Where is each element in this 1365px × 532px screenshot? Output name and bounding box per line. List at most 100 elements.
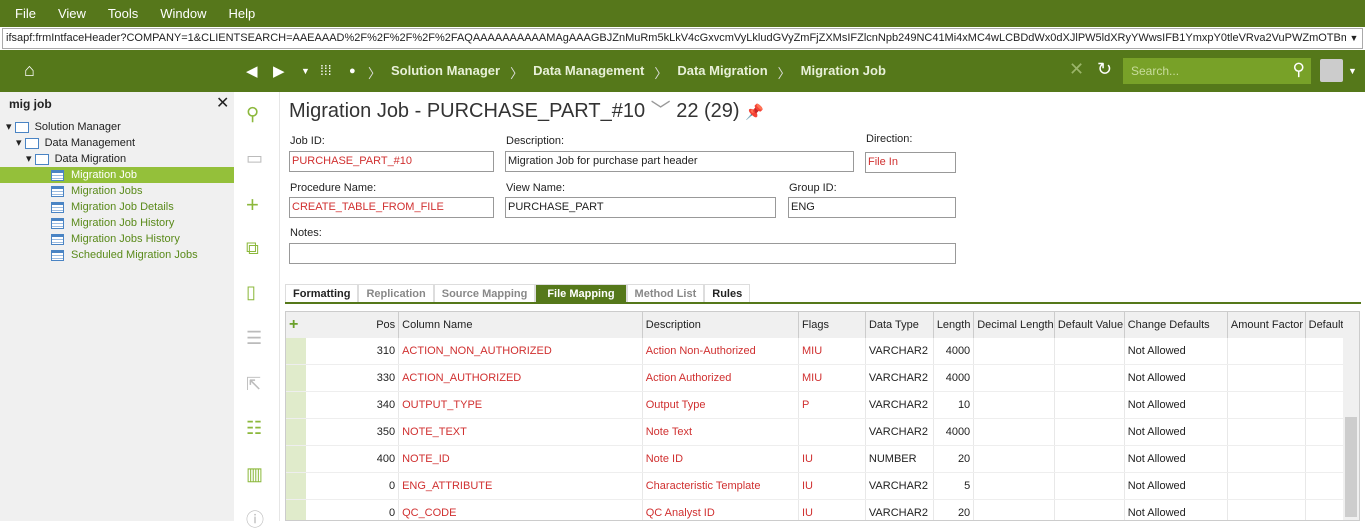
table-row[interactable]: 400 NOTE_ID Note ID IU NUMBER 20 Not Allowed: [286, 446, 1347, 473]
vertical-scrollbar[interactable]: [1343, 312, 1359, 520]
cell-amount-factor[interactable]: [1228, 473, 1306, 499]
cell-flags[interactable]: IU: [799, 473, 866, 499]
cell-description[interactable]: Note Text: [643, 419, 799, 445]
column-header-column-name[interactable]: Column Name: [399, 312, 643, 338]
forward-icon[interactable]: ▶: [273, 62, 285, 80]
tree-data-management[interactable]: ▾ Data Management: [16, 135, 135, 151]
cell-default[interactable]: [1306, 473, 1347, 499]
cell-amount-factor[interactable]: [1228, 446, 1306, 472]
cell-default[interactable]: [1306, 446, 1347, 472]
cell-pos[interactable]: 0: [306, 500, 400, 520]
menu-window[interactable]: Window: [160, 6, 206, 21]
row-selector[interactable]: [286, 446, 306, 472]
cell-default-value[interactable]: [1055, 500, 1125, 520]
scrollbar-thumb[interactable]: [1345, 417, 1357, 517]
cell-length[interactable]: 4000: [934, 365, 975, 391]
group-id-field[interactable]: ENG: [788, 197, 956, 218]
cell-data-type[interactable]: VARCHAR2: [866, 419, 934, 445]
cell-amount-factor[interactable]: [1228, 500, 1306, 520]
cell-data-type[interactable]: VARCHAR2: [866, 365, 934, 391]
tab-rules[interactable]: Rules: [704, 284, 751, 303]
cell-amount-factor[interactable]: [1228, 365, 1306, 391]
row-selector[interactable]: [286, 338, 306, 364]
menu-file[interactable]: File: [15, 6, 36, 21]
breadcrumb-data-migration[interactable]: Data Migration: [677, 63, 767, 82]
cell-length[interactable]: 5: [934, 473, 975, 499]
cell-data-type[interactable]: VARCHAR2: [866, 473, 934, 499]
cell-column-name[interactable]: OUTPUT_TYPE: [399, 392, 643, 418]
clear-search-icon[interactable]: ✕: [216, 93, 229, 113]
cell-flags[interactable]: P: [799, 392, 866, 418]
cell-data-type[interactable]: VARCHAR2: [866, 392, 934, 418]
add-icon[interactable]: +: [246, 192, 259, 218]
cell-flags[interactable]: [799, 419, 866, 445]
cell-change-defaults[interactable]: Not Allowed: [1125, 419, 1228, 445]
table-row[interactable]: 0 QC_CODE QC Analyst ID IU VARCHAR2 20 Not All…: [286, 500, 1347, 520]
cell-default[interactable]: [1306, 338, 1347, 364]
user-menu-chevron-icon[interactable]: ▼: [1348, 66, 1357, 76]
tab-source-mapping[interactable]: Source Mapping: [433, 284, 536, 303]
details-icon[interactable]: ☷: [246, 418, 262, 439]
tree-migration-job-history[interactable]: Migration Job History: [51, 215, 174, 231]
description-field[interactable]: Migration Job for purchase part header: [505, 151, 854, 172]
edit-icon[interactable]: ▭: [246, 148, 263, 169]
cell-flags[interactable]: MIU: [799, 365, 866, 391]
breadcrumb-data-management[interactable]: Data Management: [533, 63, 644, 82]
table-row[interactable]: 310 ACTION_NON_AUTHORIZED Action Non-Autho…: [286, 338, 1347, 365]
row-selector[interactable]: [286, 473, 306, 499]
cell-change-defaults[interactable]: Not Allowed: [1125, 500, 1228, 520]
cell-amount-factor[interactable]: [1228, 419, 1306, 445]
cell-pos[interactable]: 330: [306, 365, 400, 391]
search-input[interactable]: Search... ⚲: [1123, 58, 1311, 84]
cell-data-type[interactable]: VARCHAR2: [866, 338, 934, 364]
avatar[interactable]: [1320, 59, 1343, 82]
breadcrumb-solution-manager[interactable]: Solution Manager: [391, 63, 500, 82]
column-header-default-value[interactable]: Default Value: [1055, 312, 1125, 338]
column-header-amount-factor[interactable]: Amount Factor: [1228, 312, 1306, 338]
cell-length[interactable]: 4000: [934, 419, 975, 445]
cell-default[interactable]: [1306, 392, 1347, 418]
cell-amount-factor[interactable]: [1228, 338, 1306, 364]
cell-description[interactable]: Output Type: [643, 392, 799, 418]
cell-default-value[interactable]: [1055, 473, 1125, 499]
history-dropdown-icon[interactable]: ▼: [301, 66, 310, 76]
search-icon[interactable]: ⚲: [246, 104, 259, 125]
column-header-decimal-length[interactable]: Decimal Length: [974, 312, 1055, 338]
tab-method-list[interactable]: Method List: [626, 284, 705, 303]
cell-pos[interactable]: 0: [306, 473, 400, 499]
search-icon[interactable]: ⚲: [1293, 60, 1305, 80]
cell-change-defaults[interactable]: Not Allowed: [1125, 338, 1228, 364]
cell-default-value[interactable]: [1055, 338, 1125, 364]
notes-field[interactable]: [289, 243, 956, 264]
cell-length[interactable]: 10: [934, 392, 975, 418]
cell-length[interactable]: 20: [934, 500, 975, 520]
cell-pos[interactable]: 340: [306, 392, 400, 418]
cell-default[interactable]: [1306, 500, 1347, 520]
cell-description[interactable]: Characteristic Template: [643, 473, 799, 499]
table-row[interactable]: 0 ENG_ATTRIBUTE Characteristic Template IU V…: [286, 473, 1347, 500]
cell-data-type[interactable]: VARCHAR2: [866, 500, 934, 520]
cell-default-value[interactable]: [1055, 392, 1125, 418]
column-header-change-defaults[interactable]: Change Defaults: [1125, 312, 1228, 338]
column-header-flags[interactable]: Flags: [799, 312, 866, 338]
tree-migration-job[interactable]: Migration Job: [0, 167, 234, 183]
cell-flags[interactable]: IU: [799, 446, 866, 472]
tab-file-mapping[interactable]: File Mapping: [535, 284, 627, 303]
cell-change-defaults[interactable]: Not Allowed: [1125, 446, 1228, 472]
close-icon[interactable]: ✕: [1069, 59, 1084, 80]
cell-decimal-length[interactable]: [974, 392, 1055, 418]
cell-column-name[interactable]: QC_CODE: [399, 500, 643, 520]
cell-column-name[interactable]: ACTION_AUTHORIZED: [399, 365, 643, 391]
menu-view[interactable]: View: [58, 6, 86, 21]
column-header-description[interactable]: Description: [643, 312, 800, 338]
cell-description[interactable]: QC Analyst ID: [643, 500, 799, 520]
cell-pos[interactable]: 400: [306, 446, 400, 472]
table-row[interactable]: 340 OUTPUT_TYPE Output Type P VARCHAR2 10 Not …: [286, 392, 1347, 419]
duplicate-icon[interactable]: ⧉: [246, 238, 259, 259]
column-header-pos[interactable]: Pos: [306, 312, 400, 338]
cell-decimal-length[interactable]: [974, 500, 1055, 520]
cell-description[interactable]: Action Non-Authorized: [643, 338, 799, 364]
cell-decimal-length[interactable]: [974, 338, 1055, 364]
cell-decimal-length[interactable]: [974, 473, 1055, 499]
tree-migration-job-details[interactable]: Migration Job Details: [51, 199, 174, 215]
